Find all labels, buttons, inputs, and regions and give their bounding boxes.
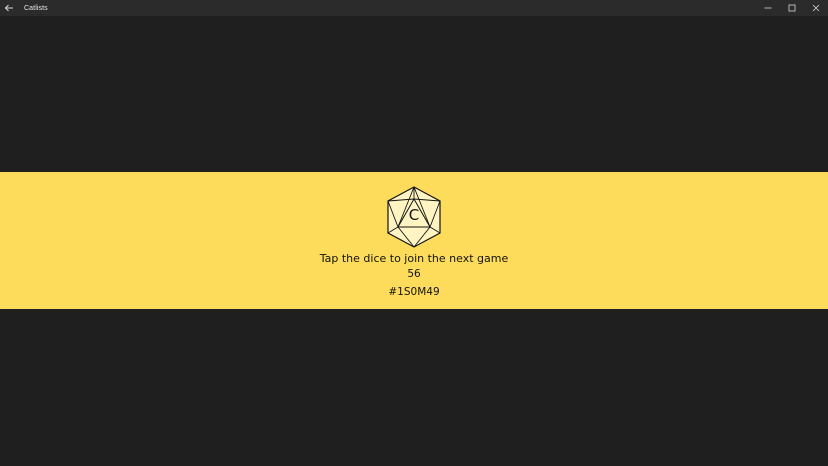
close-button[interactable]	[804, 0, 828, 16]
back-arrow-icon	[4, 4, 13, 12]
back-button[interactable]	[0, 0, 18, 16]
player-count: 56	[407, 268, 421, 280]
maximize-button[interactable]	[780, 0, 804, 16]
minimize-button[interactable]	[756, 0, 780, 16]
close-icon	[812, 4, 820, 12]
join-game-banner: C Tap the dice to join the next game 56 …	[0, 172, 828, 309]
title-bar: Catlists	[0, 0, 828, 16]
minimize-icon	[764, 7, 772, 9]
maximize-icon	[788, 4, 796, 12]
game-code: #1S0M49	[388, 286, 440, 298]
dice-letter: C	[409, 206, 419, 224]
app-title: Catlists	[24, 4, 48, 12]
window-controls	[756, 0, 828, 16]
join-prompt: Tap the dice to join the next game	[319, 252, 509, 265]
d20-dice-icon[interactable]: C	[384, 185, 444, 249]
